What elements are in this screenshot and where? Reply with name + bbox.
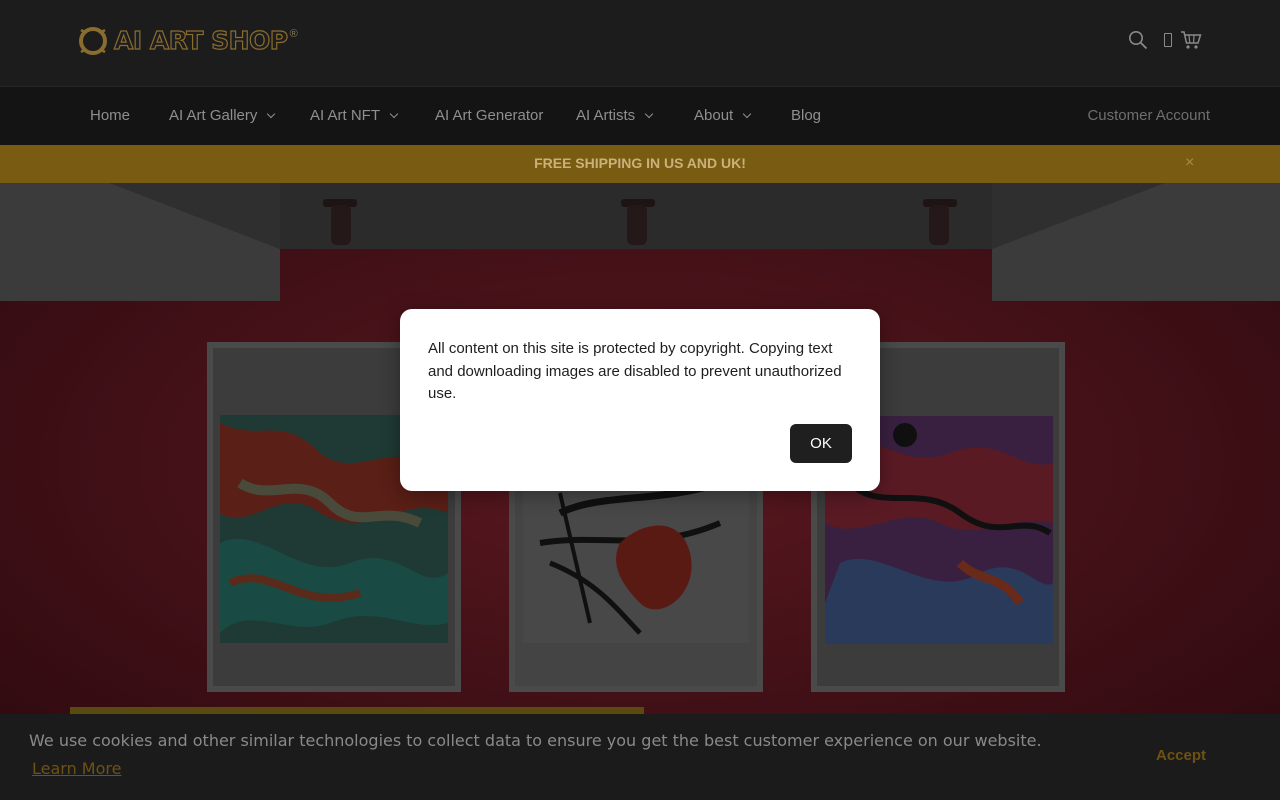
copyright-notice-dialog: All content on this site is protected by… [400, 309, 880, 491]
search-icon[interactable] [1128, 30, 1148, 50]
chevron-down-icon [267, 109, 276, 118]
nav-item-ai-art-generator[interactable]: AI Art Generator [435, 107, 543, 124]
customer-account-link[interactable]: Customer Account [1087, 107, 1210, 124]
site-logo[interactable]: AI ART SHOP ® [76, 24, 298, 58]
announcement-text: FREE SHIPPING IN US AND UK! [534, 155, 746, 171]
close-icon[interactable]: × [1185, 154, 1194, 172]
nav-item-ai-artists[interactable]: AI Artists [576, 107, 654, 124]
main-navigation: Home AI Art Gallery AI Art NFT AI Art Ge… [0, 86, 1280, 145]
hero-banner [0, 183, 1280, 800]
nav-item-label: Blog [791, 107, 822, 124]
nav-item-label: Home [90, 107, 131, 124]
nav-item-ai-art-gallery[interactable]: AI Art Gallery [169, 107, 276, 124]
cart-icon[interactable] [1180, 30, 1202, 50]
hero-gallery-image [0, 183, 1280, 800]
nav-item-ai-art-nft[interactable]: AI Art NFT [310, 107, 399, 124]
chevron-down-icon [389, 109, 399, 118]
ok-button[interactable]: OK [790, 424, 852, 463]
dialog-message: All content on this site is protected by… [428, 340, 842, 402]
nav-item-label: AI Art NFT [310, 107, 381, 124]
logo-registered-mark: ® [289, 28, 298, 40]
nav-item-label: About [694, 107, 734, 124]
chevron-down-icon [644, 109, 654, 118]
nav-item-blog[interactable]: Blog [791, 107, 821, 124]
logo-text: AI ART SHOP [113, 25, 288, 55]
nav-item-about[interactable]: About [694, 107, 752, 124]
cookie-message: We use cookies and other similar technol… [29, 731, 1042, 750]
logo-emblem-icon [79, 27, 107, 55]
nav-item-label: AI Art Gallery [169, 107, 258, 124]
nav-item-label: AI Artists [576, 107, 636, 124]
chevron-down-icon [742, 109, 752, 118]
cart-count-badge [1164, 33, 1172, 47]
cookie-consent-bar: We use cookies and other similar technol… [0, 714, 1280, 800]
header-actions [1114, 30, 1202, 50]
nav-item-home[interactable]: Home [90, 107, 130, 124]
announcement-bar: FREE SHIPPING IN US AND UK! × [0, 145, 1280, 183]
accept-button[interactable]: Accept [1135, 747, 1227, 764]
site-header: AI ART SHOP ® [0, 0, 1280, 86]
learn-more-link[interactable]: Learn More [32, 759, 121, 778]
nav-item-label: AI Art Generator [435, 107, 544, 124]
